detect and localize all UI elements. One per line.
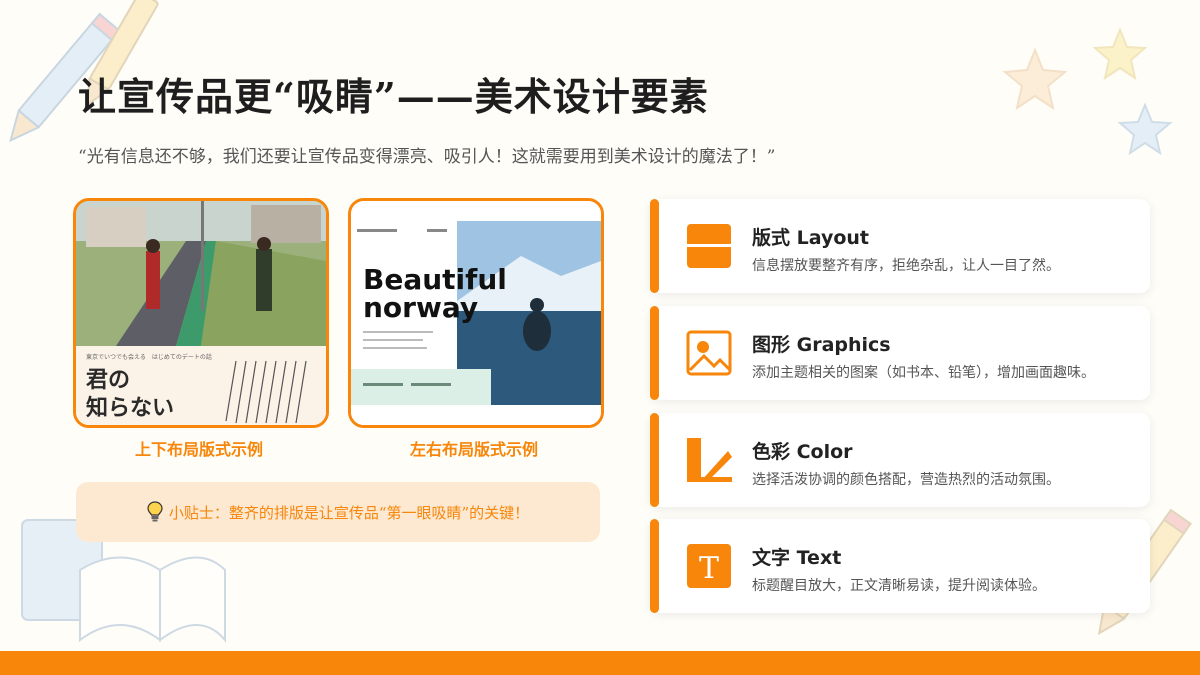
- stars-illustration: [1002, 27, 1173, 156]
- feature-card-graphics: 图形 Graphics 添加主题相关的图案（如书本、铅笔），增加画面趣味。: [650, 306, 1150, 400]
- example-image-top-bottom: 東京でいつでも会える はじめてのデートの話 君の 知らない: [73, 198, 329, 428]
- color-icon: [687, 438, 732, 482]
- feature-desc: 信息摆放要整齐有序，拒绝杂乱，让人一目了然。: [752, 258, 1060, 274]
- lightbulb-icon: [147, 501, 163, 523]
- page-subtitle: “光有信息还不够，我们还要让宣传品变得漂亮、吸引人！这就需要用到美术设计的魔法了…: [78, 147, 776, 167]
- poster-small-text: 東京でいつでも会える はじめてのデートの話: [86, 353, 212, 361]
- feature-desc: 添加主题相关的图案（如书本、铅笔），增加画面趣味。: [752, 365, 1095, 381]
- tip-text: 小贴士：整齐的排版是让宣传品“第一眼吸睛”的关键！: [168, 503, 530, 522]
- feature-card-color: 色彩 Color 选择活泼协调的颜色搭配，营造热烈的活动氛围。: [650, 413, 1150, 507]
- poster-heading-2: 知らない: [86, 395, 174, 421]
- feature-name: 文字 Text: [752, 547, 842, 569]
- feature-name: 色彩 Color: [752, 441, 853, 463]
- feature-name: 版式 Layout: [752, 227, 870, 249]
- street-photo-poster: 東京でいつでも会える はじめてのデートの話 君の 知らない: [76, 201, 326, 425]
- svg-text:T: T: [699, 551, 719, 586]
- text-icon: T: [687, 544, 731, 588]
- feature-card-layout: 版式 Layout 信息摆放要整齐有序，拒绝杂乱，让人一目了然。: [650, 199, 1150, 293]
- feature-card-text: T 文字 Text 标题醒目放大，正文清晰易读，提升阅读体验。: [650, 519, 1150, 613]
- layout-icon: [687, 224, 731, 268]
- poster-heading: 君の: [86, 368, 130, 393]
- bottom-accent-bar: [0, 651, 1200, 675]
- feature-desc: 选择活泼协调的颜色搭配，营造热烈的活动氛围。: [752, 472, 1060, 488]
- feature-name: 图形 Graphics: [752, 334, 891, 356]
- caption-left-right: 左右布局版式示例: [409, 440, 538, 459]
- tip-box: 小贴士：整齐的排版是让宣传品“第一眼吸睛”的关键！: [76, 482, 600, 542]
- poster-heading-norway: norway: [363, 291, 478, 324]
- image-icon: [686, 330, 732, 376]
- example-image-left-right: Beautiful norway: [348, 198, 604, 428]
- caption-top-bottom: 上下布局版式示例: [134, 440, 263, 459]
- feature-desc: 标题醒目放大，正文清晰易读，提升阅读体验。: [752, 578, 1046, 594]
- page-title: 让宣传品更“吸睛”——美术设计要素: [78, 74, 709, 119]
- norway-poster: Beautiful norway: [351, 201, 601, 425]
